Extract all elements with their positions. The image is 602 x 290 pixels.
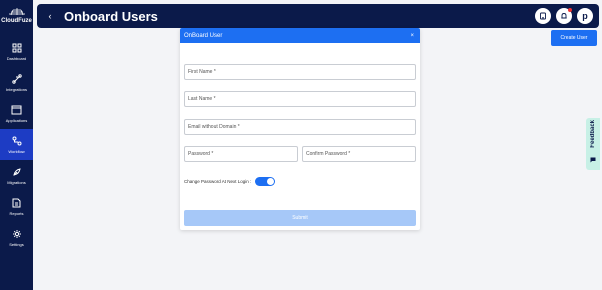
avatar-initial: p (582, 11, 588, 21)
sidebar-item-reports[interactable]: Reports (0, 191, 33, 222)
submit-button[interactable]: Submit (184, 210, 416, 226)
back-button[interactable]: ‹ (44, 11, 56, 21)
sidebar-item-label: Settings (9, 242, 24, 247)
brand-logo[interactable]: CloudFuze (0, 0, 33, 30)
first-name-field[interactable] (184, 64, 416, 80)
header-actions: p (535, 8, 593, 24)
sidebar: CloudFuze Dashboard Integrations Applica… (0, 0, 33, 290)
applications-icon (11, 104, 23, 116)
reports-icon (11, 197, 23, 209)
sidebar-item-settings[interactable]: Settings (0, 222, 33, 253)
bell-icon (560, 7, 568, 25)
email-field[interactable] (184, 119, 416, 135)
device-icon (539, 7, 547, 25)
toggle-knob (267, 178, 275, 185)
confirm-password-field[interactable] (302, 146, 416, 162)
sidebar-item-migrations[interactable]: Migrations (0, 160, 33, 191)
top-header: ‹ Onboard Users p (37, 4, 599, 28)
brand-name: CloudFuze (1, 17, 32, 24)
sidebar-item-label: Workflow (8, 149, 25, 154)
page-title: Onboard Users (64, 8, 158, 24)
create-user-button[interactable]: Create User (551, 30, 597, 46)
workflow-icon (11, 135, 23, 147)
sidebar-item-dashboard[interactable]: Dashboard (0, 36, 33, 67)
last-name-field[interactable] (184, 91, 416, 107)
device-button[interactable] (535, 8, 551, 24)
dashboard-icon (11, 42, 23, 54)
feedback-tab[interactable]: Feedback (586, 118, 600, 170)
notification-badge (568, 8, 572, 12)
integrations-icon (11, 73, 23, 85)
sidebar-item-label: Reports (9, 211, 24, 216)
sidebar-item-label: Migrations (7, 180, 26, 185)
avatar[interactable]: p (577, 8, 593, 24)
feedback-label: Feedback (590, 119, 596, 148)
sidebar-item-integrations[interactable]: Integrations (0, 67, 33, 98)
migrations-icon (11, 166, 23, 178)
sidebar-item-applications[interactable]: Applications (0, 98, 33, 129)
chat-icon (590, 150, 596, 168)
change-password-label: Change Password At Next Login : (184, 179, 252, 184)
change-password-row: Change Password At Next Login : (184, 177, 276, 186)
settings-icon (11, 228, 23, 240)
sidebar-item-label: Dashboard (6, 56, 27, 61)
sidebar-item-workflow[interactable]: Workflow (0, 129, 33, 160)
sidebar-item-label: Integrations (6, 87, 27, 92)
password-field[interactable] (184, 146, 298, 162)
sidebar-item-label: Applications (5, 118, 28, 123)
modal-title: OnBoard User (184, 32, 223, 39)
notifications-button[interactable] (556, 8, 572, 24)
change-password-toggle[interactable] (255, 177, 276, 186)
close-icon[interactable]: × (410, 33, 414, 39)
modal-header: OnBoard User × (180, 28, 420, 43)
cloudfuze-logo-icon (8, 7, 25, 15)
